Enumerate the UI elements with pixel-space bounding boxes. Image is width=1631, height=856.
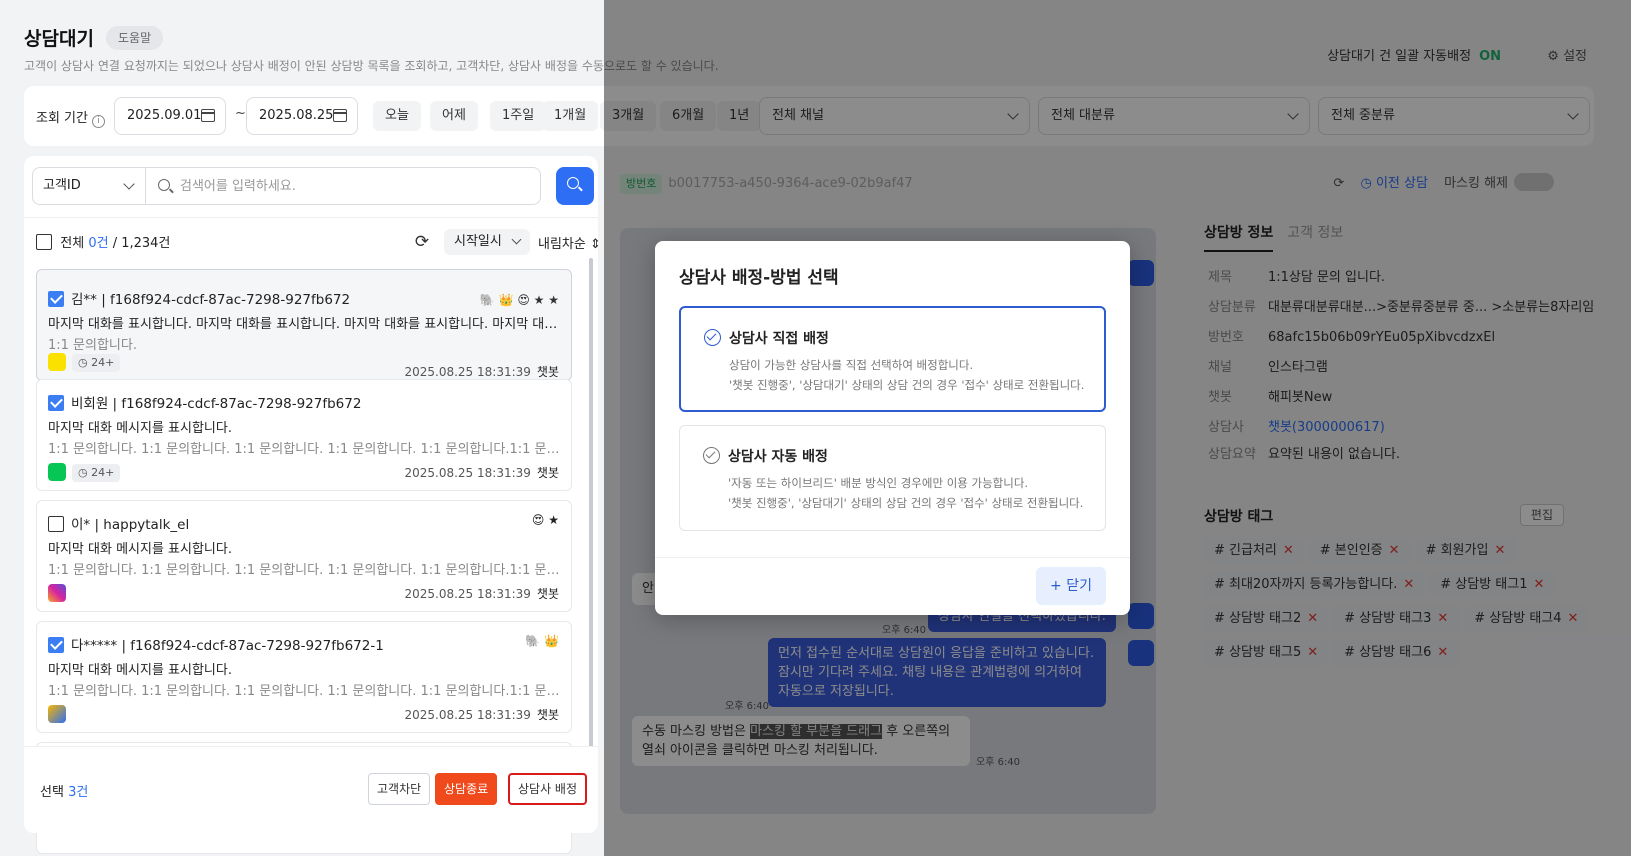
search-field-select[interactable]: 고객ID xyxy=(32,167,146,205)
option-desc: '자동 또는 하이브리드' 배분 방식인 경우에만 이용 가능합니다. xyxy=(728,476,1029,490)
wait-time-badge: ◷ 24+ xyxy=(72,354,121,372)
option-auto-assign[interactable]: 상담사 자동 배정 '자동 또는 하이브리드' 배분 방식인 경우에만 이용 가… xyxy=(679,425,1106,531)
modal-divider xyxy=(655,557,1130,558)
search-icon xyxy=(158,179,170,191)
check-circle-icon xyxy=(703,447,720,464)
item-checkbox[interactable] xyxy=(48,395,64,411)
customer-badge-icons: 😍 ★ xyxy=(531,513,559,527)
inquiry-text: 1:1 문의합니다. 1:1 문의합니다. 1:1 문의합니다. 1:1 문의합… xyxy=(48,684,563,699)
sort-direction-button[interactable]: 내림차순 ⇕ xyxy=(538,233,601,252)
search-input[interactable] xyxy=(145,167,541,205)
clock-icon: ◷ xyxy=(78,466,88,479)
wait-time-badge: ◷ 24+ xyxy=(72,464,121,482)
list-item[interactable]: 다***** | f168f924-cdcf-87ac-7298-927fb67… xyxy=(36,621,572,733)
list-item[interactable]: 비회원 | f168f924-cdcf-87ac-7298-927fb672 마… xyxy=(36,379,572,491)
block-customer-button[interactable]: 고객차단 xyxy=(368,773,431,805)
channel-icon xyxy=(48,705,66,723)
item-checkbox[interactable] xyxy=(48,516,64,532)
list-scrollbar[interactable] xyxy=(589,258,593,758)
option-title: 상담사 직접 배정 xyxy=(729,331,829,347)
period-1month-button[interactable]: 1개월 xyxy=(542,101,599,131)
selected-count: 선택 3건 xyxy=(40,785,89,800)
assign-method-modal: 상담사 배정-방법 선택 상담사 직접 배정 상담이 가능한 상담사를 직접 선… xyxy=(655,241,1130,615)
end-consult-button[interactable]: 상담종료 xyxy=(435,773,498,805)
inquiry-text: 1:1 문의합니다. 1:1 문의합니다. 1:1 문의합니다. 1:1 문의합… xyxy=(48,442,563,457)
page-title: 상담대기 xyxy=(24,28,94,50)
sort-field-select[interactable]: 시작일시 xyxy=(444,229,530,255)
item-title: 다***** | f168f924-cdcf-87ac-7298-927fb67… xyxy=(71,638,384,654)
list-header: 전체 0건 / 1,234건 ⟳ 시작일시 내림차순 ⇕ xyxy=(36,228,601,256)
close-button[interactable]: + 닫기 xyxy=(1036,567,1106,605)
period-today-button[interactable]: 오늘 xyxy=(373,101,421,131)
info-icon[interactable]: i xyxy=(91,115,105,128)
item-title: 이* | happytalk_el xyxy=(71,517,190,533)
period-yesterday-button[interactable]: 어제 xyxy=(430,101,478,131)
period-1week-button[interactable]: 1주일 xyxy=(490,101,547,131)
option-direct-assign[interactable]: 상담사 직접 배정 상담이 가능한 상담사를 직접 선택하여 배정합니다. '챗… xyxy=(679,306,1106,412)
option-desc: '챗봇 진행중', '상담대기' 상태의 상담 건의 경우 '접수' 상태로 전… xyxy=(729,378,1085,392)
date-to-field[interactable]: 2025.08.25 xyxy=(246,97,358,135)
help-button[interactable]: 도움말 xyxy=(106,26,164,50)
check-circle-icon xyxy=(704,329,721,346)
period-label: 조회 기간 i xyxy=(36,107,105,128)
option-desc: '챗봇 진행중', '상담대기' 상태의 상담 건의 경우 '접수' 상태로 전… xyxy=(728,496,1084,510)
last-message: 마지막 대화 메시지를 표시합니다. xyxy=(48,421,232,436)
item-time: 2025.08.25 18:31:39 챗봇 xyxy=(404,708,559,722)
search-row: 고객ID xyxy=(24,156,598,218)
list-footer: 선택 3건 고객차단 상담종료 상담사 배정 xyxy=(24,746,598,833)
last-message: 마지막 대화 메시지를 표시합니다. xyxy=(48,663,232,678)
calendar-icon xyxy=(333,109,347,122)
calendar-icon xyxy=(201,109,215,122)
item-checkbox[interactable] xyxy=(48,637,64,653)
search-button[interactable] xyxy=(556,167,594,205)
select-all[interactable]: 전체 0건 / 1,234건 xyxy=(36,232,170,251)
item-time: 2025.08.25 18:31:39 챗봇 xyxy=(404,587,559,601)
list-item[interactable]: 이* | happytalk_el 😍 ★ 마지막 대화 메시지를 표시합니다.… xyxy=(36,500,572,612)
customer-badge-icons: 🐘 👑 xyxy=(525,634,559,648)
modal-title: 상담사 배정-방법 선택 xyxy=(679,268,839,288)
sort-icon: ⇕ xyxy=(589,237,601,252)
item-title: 비회원 | f168f924-cdcf-87ac-7298-927fb672 xyxy=(71,396,362,412)
option-desc: 상담이 가능한 상담사를 직접 선택하여 배정합니다. xyxy=(729,358,974,372)
inquiry-text: 1:1 문의합니다. 1:1 문의합니다. 1:1 문의합니다. 1:1 문의합… xyxy=(48,563,563,578)
assign-agent-button[interactable]: 상담사 배정 xyxy=(508,773,588,805)
option-title: 상담사 자동 배정 xyxy=(728,449,828,465)
page: 상담대기 도움말 고객이 상담사 연결 요청까지는 되었으나 상담사 배정이 안… xyxy=(0,0,1631,856)
line-channel-icon xyxy=(48,463,66,481)
date-from-field[interactable]: 2025.09.01 xyxy=(114,97,226,135)
chevron-down-icon xyxy=(123,178,135,190)
select-all-checkbox[interactable] xyxy=(36,234,52,250)
date-separator: ~ xyxy=(235,106,246,121)
instagram-channel-icon xyxy=(48,584,66,602)
item-time: 2025.08.25 18:31:39 챗봇 xyxy=(404,466,559,480)
refresh-icon[interactable]: ⟳ xyxy=(410,230,434,254)
list-item[interactable]: 김** | f168f924-cdcf-87ac-7298-927fb672 🐘… xyxy=(36,269,572,381)
chevron-down-icon xyxy=(511,234,522,245)
kakao-channel-icon xyxy=(48,353,66,371)
search-icon xyxy=(567,177,579,189)
item-checkbox[interactable] xyxy=(48,291,64,307)
last-message: 마지막 대화 메시지를 표시합니다. xyxy=(48,542,232,557)
item-title: 김** | f168f924-cdcf-87ac-7298-927fb672 xyxy=(71,292,351,308)
clock-icon: ◷ xyxy=(78,356,88,369)
waiting-list-panel: 고객ID 전체 0건 / 1,234건 ⟳ 시작일시 내림차순 ⇕ 김** | … xyxy=(24,156,601,854)
